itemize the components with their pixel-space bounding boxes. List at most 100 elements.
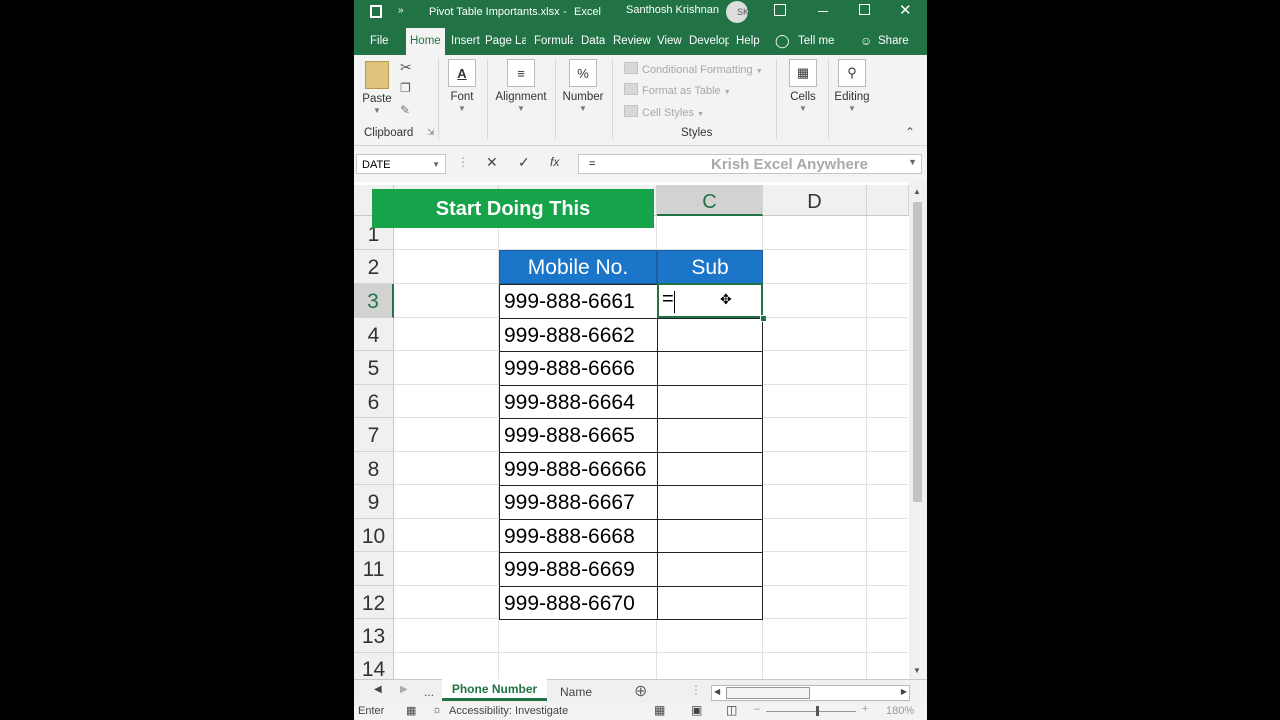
tab-review[interactable]: Review (613, 25, 651, 55)
scroll-left-icon[interactable]: ◀ (714, 687, 720, 696)
table-cell-sub[interactable] (657, 318, 763, 352)
more-options-icon[interactable]: ⋮ (457, 155, 469, 169)
row-header-9[interactable]: 9 (354, 485, 394, 519)
scroll-down-icon[interactable]: ▼ (913, 666, 921, 675)
paste-button[interactable]: Paste ▼ (362, 61, 392, 115)
table-cell-sub[interactable] (657, 385, 763, 419)
next-sheet-icon[interactable]: ▶ (400, 684, 408, 695)
table-cell-sub[interactable] (657, 586, 763, 620)
share-button[interactable]: Share (878, 25, 909, 55)
prev-sheet-icon[interactable]: ◀ (374, 684, 382, 695)
cell-styles-button[interactable]: Cell Styles ▼ (624, 105, 704, 119)
fill-handle[interactable] (760, 315, 767, 322)
maximize-icon[interactable] (859, 4, 870, 15)
tab-developer[interactable]: Develop (689, 25, 729, 55)
lightbulb-icon[interactable]: ◯ (775, 25, 790, 55)
table-cell-mobile[interactable]: 999-888-6661 (499, 284, 658, 319)
scroll-thumb[interactable] (913, 202, 922, 502)
vertical-scrollbar[interactable]: ▲ ▼ (909, 182, 927, 679)
user-name[interactable]: Santhosh Krishnan (626, 4, 719, 16)
table-cell-sub[interactable] (657, 452, 763, 486)
row-header-13[interactable]: 13 (354, 619, 394, 653)
minimize-icon[interactable] (818, 11, 828, 12)
formula-input[interactable]: = Krish Excel Anywhere ▼ (578, 154, 922, 174)
zoom-out-icon[interactable]: – (754, 703, 760, 715)
row-header-12[interactable]: 12 (354, 586, 394, 619)
worksheet-grid[interactable]: C D 1 2 3 4 5 6 7 8 9 10 11 12 13 14 Sta… (354, 182, 927, 679)
tab-formulas[interactable]: Formula (534, 25, 573, 55)
tab-file[interactable]: File (370, 25, 389, 55)
horizontal-scrollbar[interactable]: ◀ ▶ (711, 685, 910, 701)
cells-button[interactable]: ▦ Cells ▼ (783, 59, 823, 113)
tab-help[interactable]: Help (736, 25, 760, 55)
table-cell-mobile[interactable]: 999-888-6669 (499, 552, 658, 587)
more-options-icon[interactable]: ⋮ (690, 683, 702, 697)
row-header-14[interactable]: 14 (354, 653, 394, 679)
table-cell-sub[interactable] (657, 552, 763, 587)
column-header-e[interactable] (867, 185, 909, 216)
page-break-icon[interactable]: ◫ (726, 703, 737, 717)
ribbon-display-options-icon[interactable] (774, 4, 786, 16)
editing-button[interactable]: ⚲ Editing ▼ (832, 59, 872, 113)
zoom-level[interactable]: 180% (886, 705, 914, 717)
page-layout-icon[interactable]: ▣ (691, 703, 702, 717)
row-header-5[interactable]: 5 (354, 351, 394, 385)
tab-insert[interactable]: Insert (451, 25, 480, 55)
row-header-2[interactable]: 2 (354, 250, 394, 284)
share-person-icon[interactable]: ☺ (860, 25, 872, 55)
collapse-ribbon-icon[interactable]: ⌃ (905, 125, 915, 139)
table-cell-mobile[interactable]: 999-888-6670 (499, 586, 658, 620)
table-cell-mobile[interactable]: 999-888-6668 (499, 519, 658, 553)
cancel-icon[interactable]: ✕ (486, 154, 498, 171)
sheet-tab-name[interactable]: Name (560, 685, 592, 699)
dialog-launcher-icon[interactable]: ⇲ (427, 127, 435, 138)
table-header-mobile[interactable]: Mobile No. (499, 250, 657, 284)
save-icon[interactable] (370, 5, 382, 18)
zoom-in-icon[interactable]: + (862, 703, 868, 715)
column-header-c[interactable]: C (657, 185, 763, 216)
number-button[interactable]: % Number ▼ (560, 59, 606, 113)
table-cell-mobile[interactable]: 999-888-6667 (499, 485, 658, 520)
accessibility-status[interactable]: Accessibility: Investigate (449, 705, 568, 717)
format-as-table-button[interactable]: Format as Table ▼ (624, 83, 731, 97)
normal-view-icon[interactable]: ▦ (654, 703, 665, 717)
close-icon[interactable]: ✕ (899, 1, 912, 19)
format-painter-icon[interactable]: ✎ (400, 103, 410, 117)
tab-view[interactable]: View (657, 25, 682, 55)
sheet-tab-phone-number[interactable]: Phone Number (442, 679, 547, 701)
quick-access-more-icon[interactable]: » (398, 5, 404, 16)
tab-page-layout[interactable]: Page Lay (485, 25, 526, 55)
row-header-3[interactable]: 3 (354, 284, 394, 318)
copy-icon[interactable]: ❐ (400, 81, 411, 95)
table-cell-sub[interactable] (657, 519, 763, 553)
row-header-8[interactable]: 8 (354, 452, 394, 485)
scroll-right-icon[interactable]: ▶ (901, 687, 907, 696)
table-cell-sub[interactable] (657, 351, 763, 386)
table-header-sub[interactable]: Sub (657, 250, 763, 284)
cut-icon[interactable]: ✂ (400, 59, 412, 76)
table-cell-mobile[interactable]: 999-888-6664 (499, 385, 658, 419)
row-header-4[interactable]: 4 (354, 318, 394, 351)
accessibility-icon[interactable]: ☼ (432, 704, 442, 716)
new-sheet-icon[interactable]: ⊕ (634, 681, 647, 701)
row-header-6[interactable]: 6 (354, 385, 394, 418)
alignment-button[interactable]: ≡ Alignment ▼ (492, 59, 550, 113)
avatar[interactable]: SK (726, 1, 749, 23)
row-header-10[interactable]: 10 (354, 519, 394, 552)
table-cell-mobile[interactable]: 999-888-6666 (499, 351, 658, 386)
enter-icon[interactable]: ✓ (518, 154, 530, 171)
table-cell-mobile[interactable]: 999-888-6665 (499, 418, 658, 453)
column-header-d[interactable]: D (763, 185, 867, 216)
tell-me-search[interactable]: Tell me (798, 25, 834, 55)
zoom-slider-thumb[interactable] (816, 706, 819, 716)
scroll-up-icon[interactable]: ▲ (913, 187, 921, 196)
active-cell[interactable]: = ✥ (657, 283, 763, 318)
more-sheets-button[interactable]: ... (424, 685, 434, 699)
tab-data[interactable]: Data (581, 25, 605, 55)
conditional-formatting-button[interactable]: Conditional Formatting ▼ (624, 62, 763, 76)
zoom-slider[interactable] (766, 711, 856, 712)
tab-home[interactable]: Home (406, 28, 445, 55)
table-cell-sub[interactable] (657, 418, 763, 453)
scroll-thumb[interactable] (726, 687, 810, 699)
table-cell-sub[interactable] (657, 485, 763, 520)
